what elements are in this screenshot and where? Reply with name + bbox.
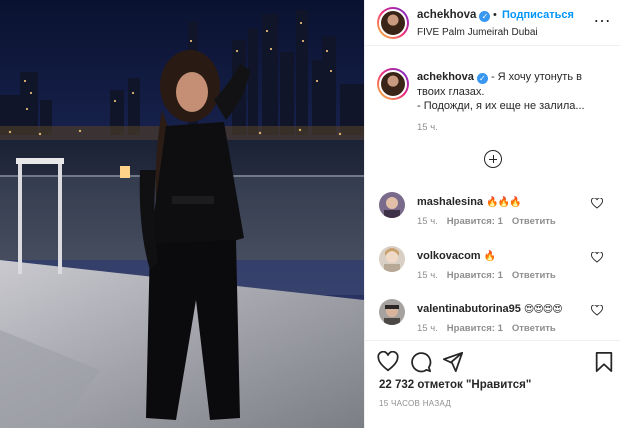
post-sidebar: achekhova ✓ • Подписаться FIVE Palm Jumei… [364, 0, 620, 428]
dubai-night-photo [0, 0, 364, 428]
author-username[interactable]: achekhova ✓ [417, 9, 491, 22]
comment-like-link[interactable]: Нравится: 1 [447, 323, 503, 334]
heart-icon[interactable] [591, 305, 603, 316]
list-item: volkovacom 🔥 15 ч. Нравится: 1 Ответить [365, 246, 620, 296]
post-header: achekhova ✓ • Подписаться FIVE Palm Jumei… [365, 0, 620, 46]
comment-icon[interactable] [410, 351, 432, 373]
avatar[interactable] [377, 7, 409, 39]
avatar[interactable] [379, 192, 405, 218]
heart-icon[interactable] [591, 198, 603, 209]
post-timestamp[interactable]: 15 часов назад [379, 399, 451, 408]
heart-icon[interactable] [591, 252, 603, 263]
bookmark-icon[interactable] [593, 351, 615, 373]
heart-icon[interactable] [377, 351, 399, 373]
load-more-comments-icon[interactable] [484, 150, 502, 168]
separator-dot: • [493, 9, 497, 21]
avatar[interactable] [377, 68, 409, 100]
likes-count[interactable]: 22 732 отметок "Нравится" [379, 379, 531, 391]
comment-username[interactable]: valentinabutorina95 [417, 303, 521, 315]
comment-like-link[interactable]: Нравится: 1 [447, 216, 503, 227]
list-item: mashalesina 🔥🔥🔥 15 ч. Нравится: 1 Ответить [365, 192, 620, 242]
verified-badge-icon: ✓ [476, 73, 488, 84]
avatar[interactable] [379, 246, 405, 272]
comment-meta: 15 ч. Нравится: 1 Ответить [417, 216, 565, 227]
share-icon[interactable] [442, 351, 464, 373]
comment-meta: 15 ч. Нравится: 1 Ответить [417, 323, 565, 334]
post-photo[interactable] [0, 0, 364, 428]
more-options-icon[interactable]: … [593, 7, 611, 25]
caption-username[interactable]: achekhova [417, 71, 474, 83]
caption-time: 15 ч. [417, 122, 438, 133]
comment-text: volkovacom 🔥 [417, 250, 496, 262]
comment-time: 15 ч. [417, 216, 438, 227]
comment-time: 15 ч. [417, 270, 438, 281]
comment-like-link[interactable]: Нравится: 1 [447, 270, 503, 281]
action-bar: 22 732 отметок "Нравится" 15 часов назад [365, 340, 620, 428]
comment-meta: 15 ч. Нравится: 1 Ответить [417, 270, 565, 281]
comment-text: mashalesina 🔥🔥🔥 [417, 196, 521, 208]
location-link[interactable]: FIVE Palm Jumeirah Dubai [417, 27, 538, 38]
follow-button[interactable]: Подписаться [502, 9, 574, 21]
comment-username[interactable]: mashalesina [417, 196, 483, 208]
comment-text: valentinabutorina95 😍😍😍😍 [417, 303, 563, 315]
comment-time: 15 ч. [417, 323, 438, 334]
avatar[interactable] [379, 299, 405, 325]
reply-link[interactable]: Ответить [512, 216, 556, 227]
caption-text: achekhova ✓ - Я хочу утонуть в твоих глаз… [417, 71, 585, 112]
verified-badge-icon: ✓ [479, 11, 491, 22]
comment-username[interactable]: volkovacom [417, 250, 481, 262]
reply-link[interactable]: Ответить [512, 323, 556, 334]
reply-link[interactable]: Ответить [512, 270, 556, 281]
